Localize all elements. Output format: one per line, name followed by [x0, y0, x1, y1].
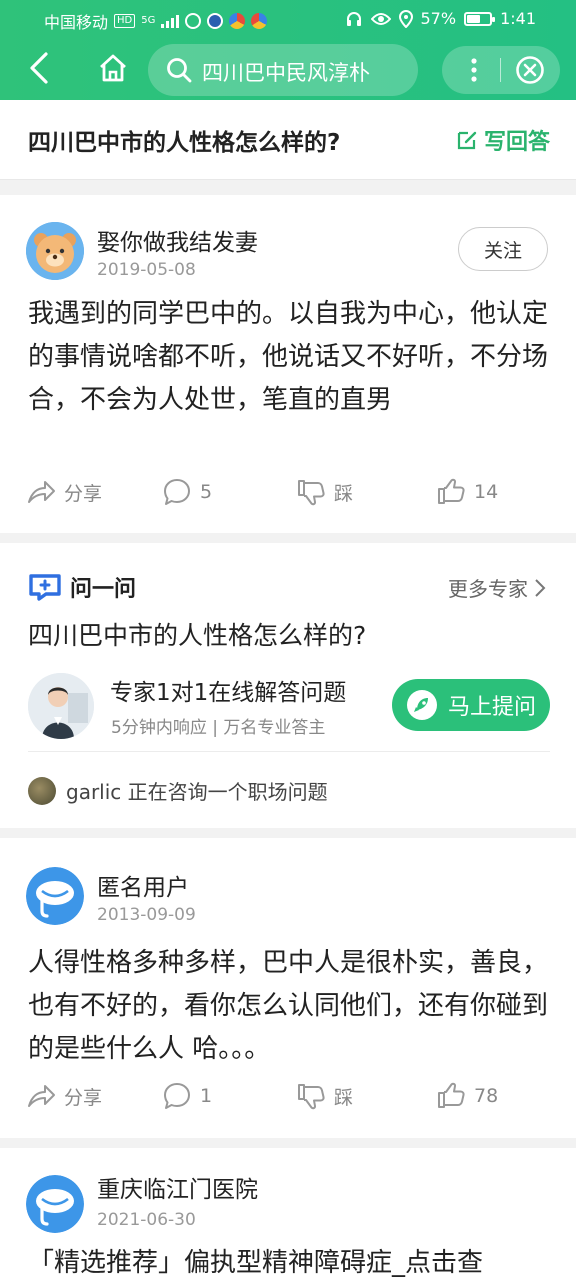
hd-badge: HD	[114, 14, 136, 28]
comment-icon	[164, 1083, 190, 1109]
comment-count: 5	[200, 481, 213, 503]
follow-button[interactable]: 关注	[458, 227, 548, 271]
signal-icon	[161, 14, 180, 28]
answer-text: 我遇到的同学巴中的。以自我为中心，他认定的事情说啥都不听，他说话又不好听，不分场…	[28, 299, 549, 415]
share-label: 分享	[64, 482, 103, 505]
app-notification-icon	[207, 13, 224, 29]
battery-percent: 57%	[420, 9, 457, 28]
answer-date: 2021-06-30	[97, 1210, 196, 1230]
expert-avatar	[28, 673, 94, 739]
share-icon	[28, 481, 55, 503]
edit-icon	[457, 131, 477, 150]
more-experts-link[interactable]: 更多专家	[448, 573, 546, 602]
ask-question[interactable]: 四川巴中市的人性格怎么样的?	[28, 616, 366, 652]
answer-date: 2019-05-08	[97, 260, 196, 280]
like-count: 78	[474, 1085, 499, 1107]
close-icon[interactable]	[514, 54, 546, 86]
bear-avatar-icon	[26, 222, 84, 280]
comment-button[interactable]: 5	[162, 477, 212, 507]
ask-expert-card: 问一问 更多专家 四川巴中市的人性格怎么样的? 专家1对1在线解答问题 5分钟内…	[0, 543, 576, 828]
headset-icon	[346, 11, 361, 26]
answer-actions: 分享 5 踩 14	[0, 477, 576, 517]
answer-author[interactable]: 匿名用户	[97, 868, 189, 902]
avatar[interactable]	[26, 867, 84, 925]
battery-fill	[467, 14, 481, 23]
like-button[interactable]: 78	[436, 1081, 498, 1111]
eye-icon	[370, 12, 391, 25]
dislike-button[interactable]: 踩	[296, 1081, 353, 1111]
avatar	[28, 776, 56, 805]
ask-brand-label: 问一问	[70, 577, 137, 602]
support-agent-icon	[28, 673, 94, 739]
avatar[interactable]	[26, 1175, 84, 1233]
live-consult-text: garlic 正在咨询一个职场问题	[66, 780, 328, 804]
ask-now-button[interactable]: 马上提问	[392, 679, 550, 731]
write-answer-label: 写回答	[483, 130, 550, 155]
share-button[interactable]: 分享	[26, 477, 102, 507]
avatar[interactable]	[26, 222, 84, 280]
more-experts-label: 更多专家	[448, 577, 528, 601]
like-button[interactable]: 14	[436, 477, 498, 507]
chevron-right-icon	[535, 578, 546, 597]
ask-brand: 问一问	[28, 571, 136, 603]
carrier-label: 中国移动	[44, 13, 109, 32]
ask-now-label: 马上提问	[447, 695, 536, 720]
answer-text[interactable]: 「精选推荐」偏执型精神障碍症_点击查	[28, 1242, 552, 1280]
app-notification-icon	[251, 13, 268, 29]
back-arrow-icon[interactable]	[24, 50, 54, 86]
thumbs-up-icon	[438, 478, 465, 504]
hospital-avatar-icon	[26, 1175, 84, 1233]
question-title: 四川巴中市的人性格怎么样的?	[28, 130, 341, 156]
expert-title: 专家1对1在线解答问题	[110, 680, 347, 706]
answer-date: 2013-09-09	[97, 905, 196, 925]
share-button[interactable]: 分享	[26, 1081, 102, 1111]
write-answer-button[interactable]: 写回答	[456, 124, 550, 156]
answer-actions: 分享 1 踩 78	[0, 1081, 576, 1121]
more-options-icon[interactable]	[462, 56, 486, 84]
thumbs-up-icon	[438, 1082, 465, 1108]
search-query: 四川巴中民风淳朴	[202, 61, 370, 85]
battery-icon	[464, 11, 496, 26]
thumbs-down-icon	[298, 480, 325, 506]
location-icon	[398, 9, 413, 28]
share-label: 分享	[64, 1086, 103, 1109]
live-consult-ticker: garlic 正在咨询一个职场问题	[28, 776, 328, 805]
network-label: 5G	[141, 15, 156, 26]
answer-author[interactable]: 重庆临江门医院	[97, 1170, 258, 1204]
dislike-label: 踩	[334, 482, 354, 505]
comment-icon	[164, 479, 190, 505]
answer-text: 人得性格多种多样，巴中人是很朴实，善良，也有不好的，看你怎么认同他们，还有你碰到…	[28, 948, 549, 1064]
dislike-label: 踩	[334, 1086, 354, 1109]
search-bar[interactable]: 四川巴中民风淳朴	[148, 44, 418, 96]
answer-author[interactable]: 娶你做我结发妻	[97, 223, 258, 257]
answer-card: 匿名用户 2013-09-09 人得性格多种多样，巴中人是很朴实，善良，也有不好…	[0, 838, 576, 1138]
ask-logo-icon	[29, 574, 61, 601]
top-bar: 中国移动 HD 5G 57% 1:41 四川巴中民风淳朴	[0, 0, 576, 100]
app-notification-icon	[229, 13, 246, 29]
app-notification-icon	[185, 13, 202, 29]
question-header: 四川巴中市的人性格怎么样的? 写回答	[0, 100, 576, 180]
divider	[28, 751, 550, 752]
home-icon[interactable]	[97, 52, 129, 84]
dislike-button[interactable]: 踩	[296, 477, 353, 507]
search-icon	[167, 58, 192, 83]
comment-button[interactable]: 1	[162, 1081, 212, 1111]
comment-count: 1	[200, 1085, 213, 1107]
status-bar: 中国移动 HD 5G 57% 1:41	[0, 0, 576, 38]
answer-card: 娶你做我结发妻 2019-05-08 关注 我遇到的同学巴中的。以自我为中心，他…	[0, 195, 576, 533]
clock: 1:41	[500, 9, 536, 28]
navigation-bar: 四川巴中民风淳朴	[0, 40, 576, 98]
share-icon	[28, 1085, 55, 1107]
mini-program-capsule	[442, 46, 560, 94]
rocket-icon	[406, 690, 437, 720]
capsule-divider	[500, 58, 501, 82]
like-count: 14	[474, 481, 499, 503]
expert-subtitle: 5分钟内响应 | 万名专业答主	[111, 718, 326, 738]
thumbs-down-icon	[298, 1084, 325, 1110]
answer-card: 重庆临江门医院 2021-06-30 「精选推荐」偏执型精神障碍症_点击查	[0, 1148, 576, 1280]
anonymous-avatar-icon	[26, 867, 84, 925]
